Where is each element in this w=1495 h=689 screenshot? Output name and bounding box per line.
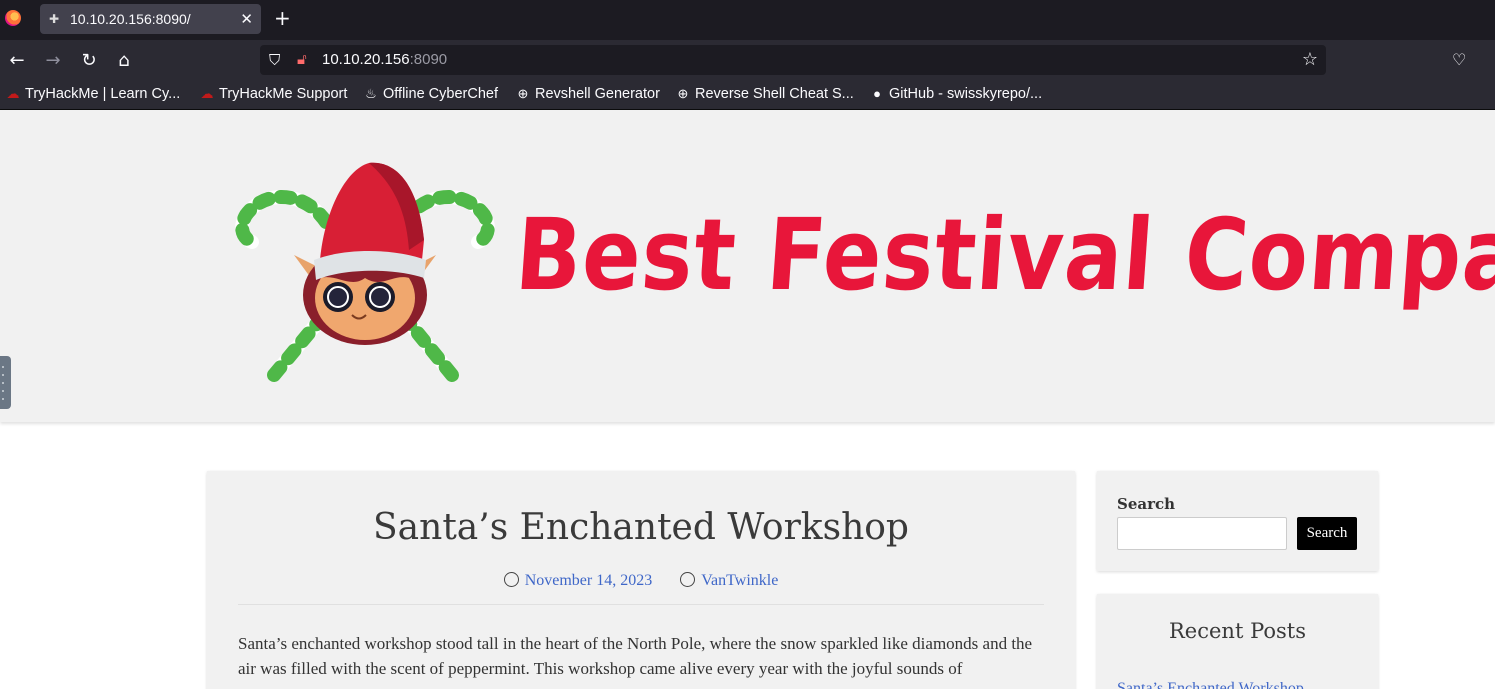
shield-icon[interactable]: ⛉ (269, 51, 280, 69)
reload-button[interactable]: ↻ (77, 49, 101, 73)
url-bar[interactable]: ⛉ 🔓︎ 10.10.20.156:8090 ☆ (260, 45, 1326, 75)
search-widget: Search Search (1097, 471, 1378, 571)
bookmark-tryhackme[interactable]: ☁ TryHackMe | Learn Cy... (5, 86, 181, 102)
elf-logo[interactable] (234, 160, 496, 385)
cloud-icon: ☁ (200, 86, 214, 101)
recent-posts-title: Recent Posts (1169, 619, 1306, 643)
handle-dot (2, 374, 4, 376)
handle-dot (2, 398, 4, 400)
post-meta: November 14, 2023 VanTwinkle (207, 572, 1075, 590)
site-favicon-icon: ✚ (49, 12, 60, 26)
search-label: Search (1117, 495, 1176, 513)
post-date[interactable]: November 14, 2023 (525, 572, 653, 589)
cloud-icon: ☁ (6, 86, 20, 101)
url-text[interactable]: 10.10.20.156:8090 (322, 51, 447, 68)
search-input[interactable] (1117, 517, 1287, 550)
back-button[interactable]: ← (5, 49, 29, 73)
handle-dot (2, 382, 4, 384)
brand-name[interactable]: Best Festival Company (512, 198, 1495, 313)
search-button[interactable]: Search (1297, 517, 1357, 550)
bookmark-label: TryHackMe Support (219, 86, 348, 102)
navigation-bar: ← → ↻ ⌂ ⛉ 🔓︎ 10.10.20.156:8090 ☆ ♡ (0, 40, 1495, 82)
bookmark-cyberchef[interactable]: ♨ Offline CyberChef (363, 86, 498, 102)
handle-dot (2, 390, 4, 392)
active-tab[interactable]: ✚ 10.10.20.156:8090/ ✕ (40, 4, 261, 34)
pocket-icon[interactable]: ♡ (1452, 50, 1466, 69)
globe-icon: ⊕ (677, 86, 689, 101)
sidebar-toggle-handle[interactable] (0, 356, 11, 409)
forward-button[interactable]: → (41, 49, 65, 73)
firefox-icon[interactable] (5, 10, 21, 26)
github-icon: ● (873, 86, 881, 101)
post-author[interactable]: VanTwinkle (701, 572, 778, 589)
bookmark-star-icon[interactable]: ☆ (1302, 49, 1318, 70)
tab-title: 10.10.20.156:8090/ (70, 11, 191, 27)
bookmark-reverse-shell[interactable]: ⊕ Reverse Shell Cheat S... (675, 86, 854, 102)
user-icon (680, 572, 696, 587)
insecure-lock-icon[interactable]: 🔓︎ (297, 50, 307, 68)
bookmark-label: Reverse Shell Cheat S... (695, 86, 854, 102)
bookmark-tryhackme-support[interactable]: ☁ TryHackMe Support (199, 86, 348, 102)
close-tab-icon[interactable]: ✕ (240, 10, 253, 28)
bookmarks-toolbar: ☁ TryHackMe | Learn Cy... ☁ TryHackMe Supp… (0, 82, 1495, 110)
globe-icon: ⊕ (517, 86, 529, 101)
divider (238, 604, 1044, 605)
recent-posts-widget: Recent Posts Santa’s Enchanted Workshop (1097, 594, 1378, 689)
clock-icon (503, 572, 519, 587)
bookmark-label: GitHub - swisskyrepo/... (889, 86, 1043, 102)
tab-bar: ✚ 10.10.20.156:8090/ ✕ + (0, 0, 1495, 40)
url-port: :8090 (409, 51, 448, 68)
new-tab-button[interactable]: + (274, 7, 291, 29)
bookmark-label: TryHackMe | Learn Cy... (25, 86, 181, 102)
recent-post-link[interactable]: Santa’s Enchanted Workshop (1117, 680, 1304, 689)
post-title[interactable]: Santa’s Enchanted Workshop (207, 507, 1075, 548)
chef-hat-icon: ♨ (365, 86, 377, 101)
bookmark-revshell[interactable]: ⊕ Revshell Generator (515, 86, 660, 102)
post-excerpt: Santa’s enchanted workshop stood tall in… (238, 634, 1033, 678)
bookmark-label: Revshell Generator (535, 86, 660, 102)
post-card: Santa’s Enchanted Workshop November 14, … (207, 471, 1075, 689)
handle-dot (2, 366, 4, 368)
home-button[interactable]: ⌂ (112, 49, 136, 73)
url-host: 10.10.20.156 (322, 51, 410, 68)
bookmark-label: Offline CyberChef (383, 86, 498, 102)
bookmark-github[interactable]: ● GitHub - swisskyrepo/... (869, 86, 1042, 102)
